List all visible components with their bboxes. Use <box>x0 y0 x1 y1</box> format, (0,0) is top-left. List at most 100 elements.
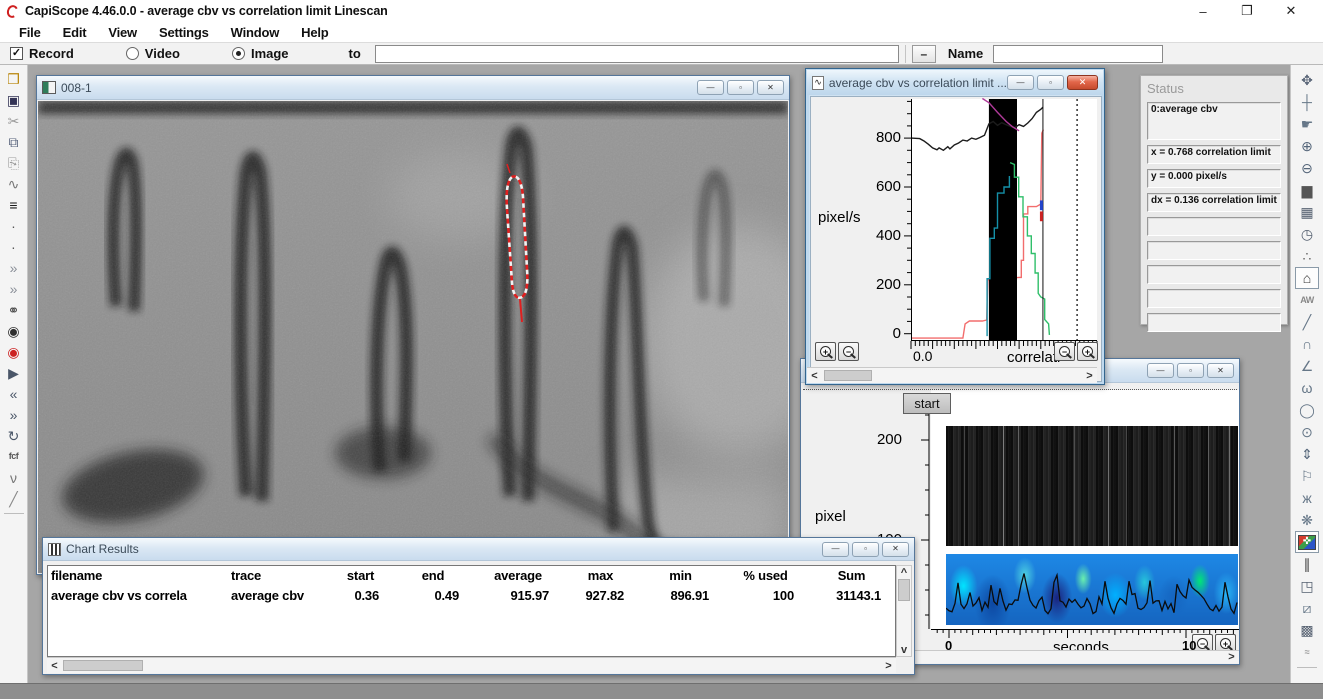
image-radio[interactable] <box>232 47 245 60</box>
draw-curve-icon[interactable]: ∩ <box>1295 333 1319 355</box>
dot-small-icon[interactable]: · <box>2 215 26 236</box>
copy-icon[interactable]: ⧉ <box>2 131 26 152</box>
table-cell[interactable]: 915.97 <box>473 586 563 606</box>
loop-icon[interactable]: ↻ <box>2 425 26 446</box>
table-cell[interactable]: 0.49 <box>393 586 473 606</box>
results-vscrollbar[interactable]: ^ v <box>896 565 912 657</box>
fast-forward-icon[interactable]: » <box>2 404 26 425</box>
texture-icon[interactable]: ▩ <box>1295 619 1319 641</box>
nu-icon[interactable]: ν <box>2 467 26 488</box>
table-cell[interactable]: 927.82 <box>563 586 638 606</box>
scroll-left-icon[interactable]: < <box>807 369 822 383</box>
menu-item-edit[interactable]: Edit <box>52 25 98 40</box>
zoom-out-button[interactable]: − <box>1054 342 1075 361</box>
start-button[interactable]: start <box>903 393 951 414</box>
zoom-in-button[interactable]: + <box>1077 342 1098 361</box>
maximize-button[interactable]: ▫ <box>727 80 754 95</box>
rewind-icon[interactable]: « <box>2 383 26 404</box>
step-forward-icon[interactable]: » <box>2 257 26 278</box>
name-input[interactable] <box>993 45 1163 63</box>
calibrate-icon[interactable]: ⌂ <box>1295 267 1319 289</box>
save-icon[interactable]: ▣ <box>2 89 26 110</box>
polygon-icon[interactable]: ◯ <box>1295 399 1319 421</box>
select-chart-icon[interactable]: ◳ <box>1295 575 1319 597</box>
scroll-thumb[interactable] <box>63 660 143 671</box>
scroll-thumb[interactable] <box>824 370 872 381</box>
table-cell[interactable]: 896.91 <box>638 586 723 606</box>
dot-large-icon[interactable]: ∙ <box>2 236 26 257</box>
play-icon[interactable]: ▶ <box>2 362 26 383</box>
measure-line-icon[interactable]: ⧄ <box>1295 597 1319 619</box>
draw-angle-icon[interactable]: ∠ <box>1295 355 1319 377</box>
lines-icon[interactable]: ≡ <box>2 194 26 215</box>
image-window-titlebar[interactable]: 008-1 —▫✕ <box>37 76 789 100</box>
image-analyze-icon[interactable]: ✜ <box>1295 531 1319 553</box>
binoculars-icon[interactable]: ⚭ <box>2 299 26 320</box>
freehand-icon[interactable]: ω <box>1295 377 1319 399</box>
maximize-button[interactable]: ▫ <box>852 542 879 557</box>
sliders-icon[interactable]: ∥ <box>1295 553 1319 575</box>
video-radio[interactable] <box>126 47 139 60</box>
bug-icon[interactable]: ж <box>1295 487 1319 509</box>
close-button[interactable]: ✕ <box>882 542 909 557</box>
linescan-plot[interactable] <box>931 390 1239 629</box>
ellipse-icon[interactable]: ⊙ <box>1295 421 1319 443</box>
minimize-button[interactable]: — <box>1147 363 1174 378</box>
results-hscrollbar[interactable]: < > <box>47 657 896 673</box>
menu-item-settings[interactable]: Settings <box>148 25 220 40</box>
zoom-out-tool-icon[interactable]: ⊖ <box>1295 157 1319 179</box>
results-window-titlebar[interactable]: Chart Results —▫✕ <box>43 538 914 561</box>
move-tool-icon[interactable]: ✥ <box>1295 69 1319 91</box>
chart-window-titlebar[interactable]: ∿ average cbv vs correlation limit ... —… <box>807 70 1103 95</box>
pan-hand-icon[interactable]: ☛ <box>1295 113 1319 135</box>
paste-icon[interactable]: ⎘ <box>2 152 26 173</box>
maximize-button[interactable]: ▫ <box>1177 363 1204 378</box>
table-cell[interactable]: 31143.1 <box>808 586 895 606</box>
scroll-down-icon[interactable]: v <box>897 643 911 656</box>
maximize-button[interactable]: ▫ <box>1037 75 1064 90</box>
scroll-right-icon[interactable]: > <box>1224 650 1239 664</box>
branch-icon[interactable]: ❋ <box>1295 509 1319 531</box>
close-button[interactable]: ✕ <box>757 80 784 95</box>
height-tool-icon[interactable]: ⇕ <box>1295 443 1319 465</box>
minimize-button[interactable]: — <box>697 80 724 95</box>
menu-item-file[interactable]: File <box>8 25 52 40</box>
open-file-icon[interactable]: ❒ <box>2 68 26 89</box>
minimize-button[interactable]: — <box>1007 75 1034 90</box>
line-tool-icon[interactable]: ╱ <box>2 488 26 509</box>
zoom-in-button[interactable]: + <box>815 342 836 361</box>
scroll-right-icon[interactable]: > <box>881 659 896 673</box>
record-camera-icon[interactable]: ◉ <box>2 341 26 362</box>
close-button[interactable]: ✕ <box>1269 1 1313 21</box>
scroll-up-icon[interactable]: ^ <box>897 566 911 579</box>
scroll-right-icon[interactable]: > <box>1082 369 1097 383</box>
chart-plot[interactable] <box>911 99 1097 341</box>
scroll-left-icon[interactable]: < <box>47 659 62 673</box>
cut-icon[interactable]: ✂ <box>2 110 26 131</box>
table-cell[interactable]: average cbv vs correla <box>48 586 228 606</box>
close-button[interactable]: ✕ <box>1067 75 1098 90</box>
zoom-out-button[interactable]: − <box>838 342 859 361</box>
table-cell[interactable]: average cbv <box>228 586 328 606</box>
range-input[interactable] <box>375 45 899 63</box>
menu-item-window[interactable]: Window <box>220 25 291 40</box>
crosshair-icon[interactable]: ┼ <box>1295 91 1319 113</box>
fcf-icon[interactable]: fcf <box>2 446 26 467</box>
grid-icon[interactable]: ▦ <box>1295 201 1319 223</box>
menu-item-help[interactable]: Help <box>290 25 339 40</box>
chart-hscrollbar[interactable]: < > <box>807 367 1097 383</box>
snapshot-camera-icon[interactable]: ◉ <box>2 320 26 341</box>
table-cell[interactable]: 0.36 <box>328 586 393 606</box>
menu-item-view[interactable]: View <box>97 25 148 40</box>
jump-forward-icon[interactable]: » <box>2 278 26 299</box>
close-button[interactable]: ✕ <box>1207 363 1234 378</box>
record-checkbox[interactable]: ✓ <box>10 47 23 60</box>
minimize-button[interactable]: – <box>1181 1 1225 21</box>
minimize-button[interactable]: — <box>822 542 849 557</box>
collapse-button[interactable]: – <box>912 45 936 63</box>
wave-icon[interactable]: ≈ <box>1295 641 1319 663</box>
draw-line-icon[interactable]: ╱ <box>1295 311 1319 333</box>
scroll-thumb[interactable] <box>898 579 910 601</box>
timer-icon[interactable]: ◷ <box>1295 223 1319 245</box>
points-icon[interactable]: ∴ <box>1295 245 1319 267</box>
